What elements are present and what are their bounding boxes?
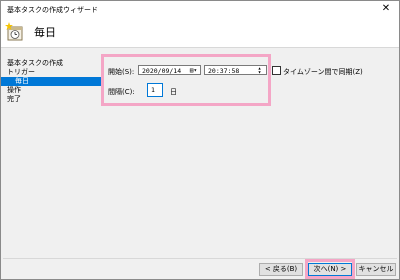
cancel-button[interactable]: キャンセル <box>356 263 396 276</box>
wizard-window: 基本タスクの作成ウィザード ✕ 毎日 基本タスクの作成 トリガー 毎日 操作 完… <box>0 0 400 280</box>
nav-item-create-basic-task[interactable]: 基本タスクの作成 <box>1 59 101 68</box>
wizard-steps-nav: 基本タスクの作成 トリガー 毎日 操作 完了 <box>1 59 101 104</box>
window-title: 基本タスクの作成ウィザード <box>7 6 98 14</box>
timezone-sync-label: タイムゾーン間で同期(Z) <box>283 68 363 76</box>
nav-item-action[interactable]: 操作 <box>1 86 101 95</box>
timezone-sync-checkbox[interactable] <box>272 66 281 75</box>
close-icon[interactable]: ✕ <box>377 2 395 16</box>
title-bar: 基本タスクの作成ウィザード ✕ <box>1 1 399 17</box>
next-button[interactable]: 次へ(N) > <box>308 263 352 276</box>
back-button[interactable]: < 戻る(B) <box>259 263 303 276</box>
start-settings-highlight <box>101 54 271 106</box>
nav-item-daily[interactable]: 毎日 <box>1 77 101 86</box>
footer-divider <box>3 258 397 259</box>
nav-item-finish[interactable]: 完了 <box>1 95 101 104</box>
wizard-header: 毎日 <box>1 17 399 48</box>
nav-item-trigger[interactable]: トリガー <box>1 68 101 77</box>
page-title: 毎日 <box>34 26 56 39</box>
task-scheduler-icon <box>5 22 25 42</box>
